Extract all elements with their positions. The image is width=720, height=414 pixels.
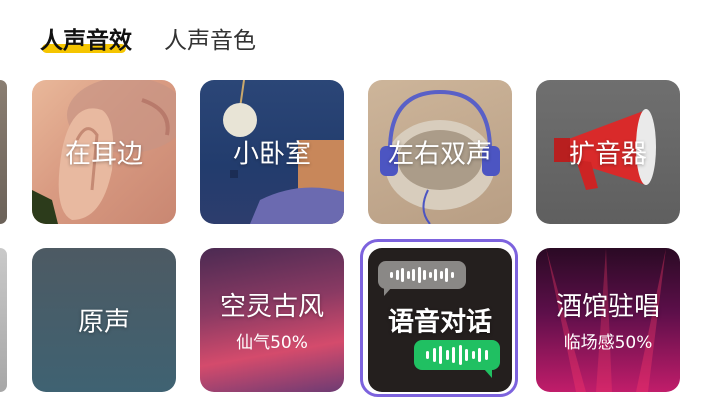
effect-card-ethereal[interactable]: 空灵古风 仙气50% [200, 248, 344, 392]
effect-card-tavern[interactable]: 酒馆驻唱 临场感50% [536, 248, 680, 392]
effect-card-bedroom[interactable]: 小卧室 [200, 80, 344, 224]
tab-label: 人声音色 [164, 28, 256, 54]
effect-label: 在耳边 [64, 139, 143, 170]
effect-card-original[interactable]: 原声 [32, 248, 176, 392]
effect-label: 左右双声 [387, 139, 492, 170]
partial-card-left[interactable] [0, 80, 7, 224]
selected-indicator [360, 239, 518, 397]
effect-card-whisper[interactable]: 在耳边 [32, 80, 176, 224]
effect-card-megaphone[interactable]: 扩音器 [536, 80, 680, 224]
effect-label: 扩音器 [568, 139, 647, 170]
partial-card-left[interactable] [0, 248, 7, 392]
effect-label: 原声 [77, 307, 130, 338]
tab-vocal-timbre[interactable]: 人声音色 [164, 24, 256, 58]
tab-vocal-effects[interactable]: 人声音效 [40, 24, 132, 58]
effect-label: 酒馆驻唱 [555, 292, 660, 322]
effect-label: 小卧室 [232, 139, 311, 170]
tab-label: 人声音效 [40, 28, 132, 54]
effect-label: 空灵古风 [219, 292, 324, 322]
effect-intensity: 仙气50% [236, 333, 308, 353]
effect-card-stereo[interactable]: 左右双声 [368, 80, 512, 224]
effect-intensity: 临场感50% [563, 333, 653, 353]
